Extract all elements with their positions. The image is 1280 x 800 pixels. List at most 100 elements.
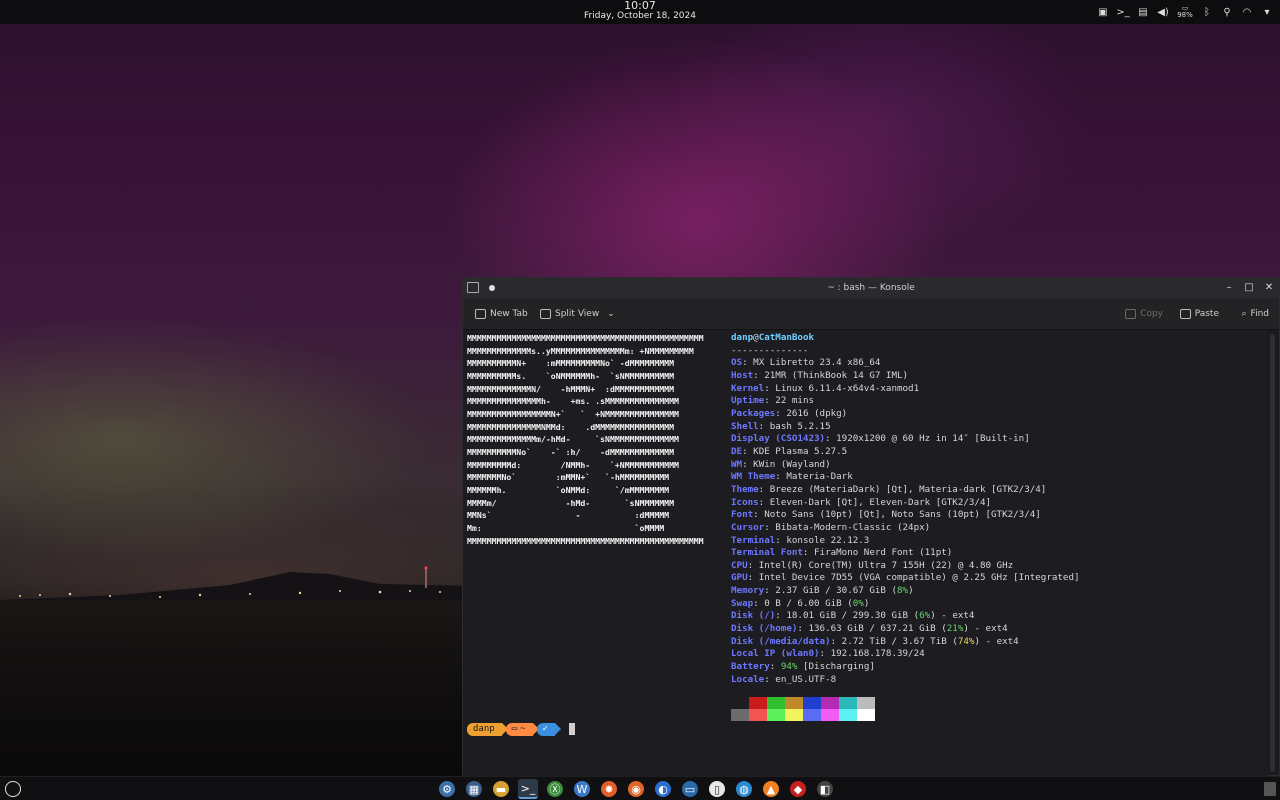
mx-icon[interactable]: Ⓧ xyxy=(547,781,563,797)
terminal-icon[interactable]: >_ xyxy=(1116,5,1130,19)
ruby-icon[interactable]: ◆ xyxy=(790,781,806,797)
info-line: Packages: 2616 (dpkg) xyxy=(731,407,848,419)
chat-icon[interactable]: ▭ xyxy=(682,781,698,797)
info-key: WM xyxy=(731,458,743,470)
thunderbird-icon[interactable]: ◐ xyxy=(655,781,671,797)
split-view-button[interactable]: Split View ⌄ xyxy=(540,307,615,321)
clock-date: Friday, October 18, 2024 xyxy=(584,11,696,21)
palette-swatch xyxy=(785,709,803,721)
info-list: OS: MX Libretto 23.4 x86_64 Host: 21MR (T… xyxy=(731,357,1080,585)
info-value: [Discharging] xyxy=(802,661,875,673)
package-icon[interactable]: ▣ xyxy=(1096,5,1110,19)
info-percent: 0% xyxy=(852,597,864,609)
close-button[interactable]: ✕ xyxy=(1263,281,1275,295)
info-value: Materia-Dark xyxy=(786,471,853,483)
menu-arrow-icon[interactable]: ▾ xyxy=(1260,5,1274,19)
info-percent: 21% xyxy=(946,623,964,635)
palette-swatch xyxy=(803,697,821,709)
new-tab-icon xyxy=(475,309,486,319)
minimize-button[interactable]: – xyxy=(1223,281,1235,295)
info-line: Theme: Breeze (MateriaDark) [Qt], Materi… xyxy=(731,483,1047,495)
info-value: Intel(R) Core(TM) Ultra 7 155H (22) @ 4.… xyxy=(758,559,1014,571)
scrollbar[interactable] xyxy=(1270,334,1275,772)
paste-icon xyxy=(1179,309,1191,319)
info-value: Intel Device 7D55 (VGA compatible) @ 2.2… xyxy=(758,572,1080,584)
volume-icon[interactable]: ◀) xyxy=(1156,5,1170,19)
screenshot-icon[interactable]: ◧ xyxy=(817,781,833,797)
color-palette xyxy=(731,697,875,722)
puzzle-icon[interactable]: ✸ xyxy=(601,781,617,797)
info-line: Disk (/home): 136.63 GiB / 637.21 GiB (2… xyxy=(731,623,1008,635)
info-line: Icons: Eleven-Dark [Qt], Eleven-Dark [GT… xyxy=(731,496,992,508)
info-value: 1920x1200 @ 60 Hz in 14″ [Built-in] xyxy=(836,433,1030,445)
shell-prompt: danp ▭ ~ ✓ xyxy=(467,722,575,736)
window-titlebar[interactable]: ~ : bash — Konsole – □ ✕ xyxy=(463,278,1279,298)
files-icon[interactable]: ▬ xyxy=(493,781,509,797)
copy-button[interactable]: Copy xyxy=(1125,307,1163,321)
paste-button[interactable]: Paste xyxy=(1179,307,1219,321)
info-value: 22 mins xyxy=(775,395,815,407)
info-key: Terminal Font xyxy=(731,547,803,559)
info-line: WM: KWin (Wayland) xyxy=(731,458,831,470)
info-line: Battery: 94% [Discharging] xyxy=(731,661,875,673)
info-key: Memory xyxy=(731,585,765,597)
bluetooth-icon[interactable]: ᛒ xyxy=(1200,5,1214,19)
maximize-button[interactable]: □ xyxy=(1243,281,1255,295)
document-icon[interactable]: ▯ xyxy=(709,781,725,797)
info-percent: 8% xyxy=(896,585,909,597)
info-key: Kernel xyxy=(731,382,765,394)
battery-icon[interactable]: ▭ 98% xyxy=(1176,5,1194,19)
info-key: Uptime xyxy=(731,395,765,407)
info-line: Cursor: Bibata-Modern-Classic (24px) xyxy=(731,521,931,533)
settings-icon[interactable]: ⚙ xyxy=(439,781,455,797)
info-value: FiraMono Nerd Font (11pt) xyxy=(814,547,953,559)
palette-swatch xyxy=(731,709,749,721)
terminal-view[interactable]: MMMMMMMMMMMMMMMMMMMMMMMMMMMMMMMMMMMMMMMM… xyxy=(463,330,1267,776)
info-key: Cursor xyxy=(731,521,765,533)
info-key: Terminal xyxy=(731,534,776,546)
info-value: Breeze (MateriaDark) [Qt], Materia-dark … xyxy=(769,483,1047,495)
info-value-end: ) - ext4 xyxy=(974,635,1019,647)
find-button[interactable]: ⌕ Find xyxy=(1242,307,1270,321)
info-line: Uptime: 22 mins xyxy=(731,395,815,407)
firefox-icon[interactable]: ◉ xyxy=(628,781,644,797)
palette-swatch xyxy=(857,709,875,721)
info-value: bash 5.2.15 xyxy=(769,420,831,432)
palette-swatch xyxy=(785,697,803,709)
split-view-icon xyxy=(540,309,551,319)
wifi-icon[interactable]: ◠ xyxy=(1240,5,1254,19)
new-tab-label: New Tab xyxy=(490,309,528,319)
palette-swatch xyxy=(767,709,785,721)
palette-swatch xyxy=(839,697,857,709)
info-key: Icons xyxy=(731,496,759,508)
application-launcher-icon[interactable] xyxy=(5,781,21,797)
info-value: 21MR (ThinkBook 14 G7 IML) xyxy=(764,369,909,381)
fastfetch-logo: MMMMMMMMMMMMMMMMMMMMMMMMMMMMMMMMMMMMMMMM… xyxy=(467,333,704,546)
info-key: Battery xyxy=(731,661,770,673)
show-desktop-button[interactable] xyxy=(1264,782,1276,796)
info-value: konsole 22.12.3 xyxy=(786,534,870,546)
palette-swatch xyxy=(821,697,839,709)
info-key: Font xyxy=(731,509,754,521)
clock-widget[interactable]: 10:07 Friday, October 18, 2024 xyxy=(560,0,720,21)
palette-swatch xyxy=(857,697,875,709)
copy-icon xyxy=(1125,309,1137,319)
info-value: KWin (Wayland) xyxy=(753,458,831,470)
konsole-window: ~ : bash — Konsole – □ ✕ New Tab Split V… xyxy=(462,277,1280,776)
browser-icon[interactable]: ◍ xyxy=(736,781,752,797)
konsole-icon[interactable]: >_ xyxy=(518,779,538,799)
info-host: CatManBook xyxy=(758,332,815,343)
new-tab-button[interactable]: New Tab xyxy=(475,307,528,321)
system-monitor-icon[interactable]: ▦ xyxy=(466,781,482,797)
battery-percent: 98% xyxy=(1177,11,1193,19)
info-line: Kernel: Linux 6.11.4-x64v4-xanmod1 xyxy=(731,382,920,394)
usb-icon[interactable]: ⚲ xyxy=(1220,5,1234,19)
user-host-line: danp@CatManBook xyxy=(731,332,1080,345)
info-value: Linux 6.11.4-x64v4-xanmod1 xyxy=(775,382,920,394)
vlc-icon[interactable]: ▲ xyxy=(763,781,779,797)
writer-icon[interactable]: W xyxy=(574,781,590,797)
wallpaper-ground xyxy=(0,600,470,780)
info-value-end: ) xyxy=(863,597,870,609)
clipboard-icon[interactable]: ▤ xyxy=(1136,5,1150,19)
info-value: KDE Plasma 5.27.5 xyxy=(753,445,848,457)
